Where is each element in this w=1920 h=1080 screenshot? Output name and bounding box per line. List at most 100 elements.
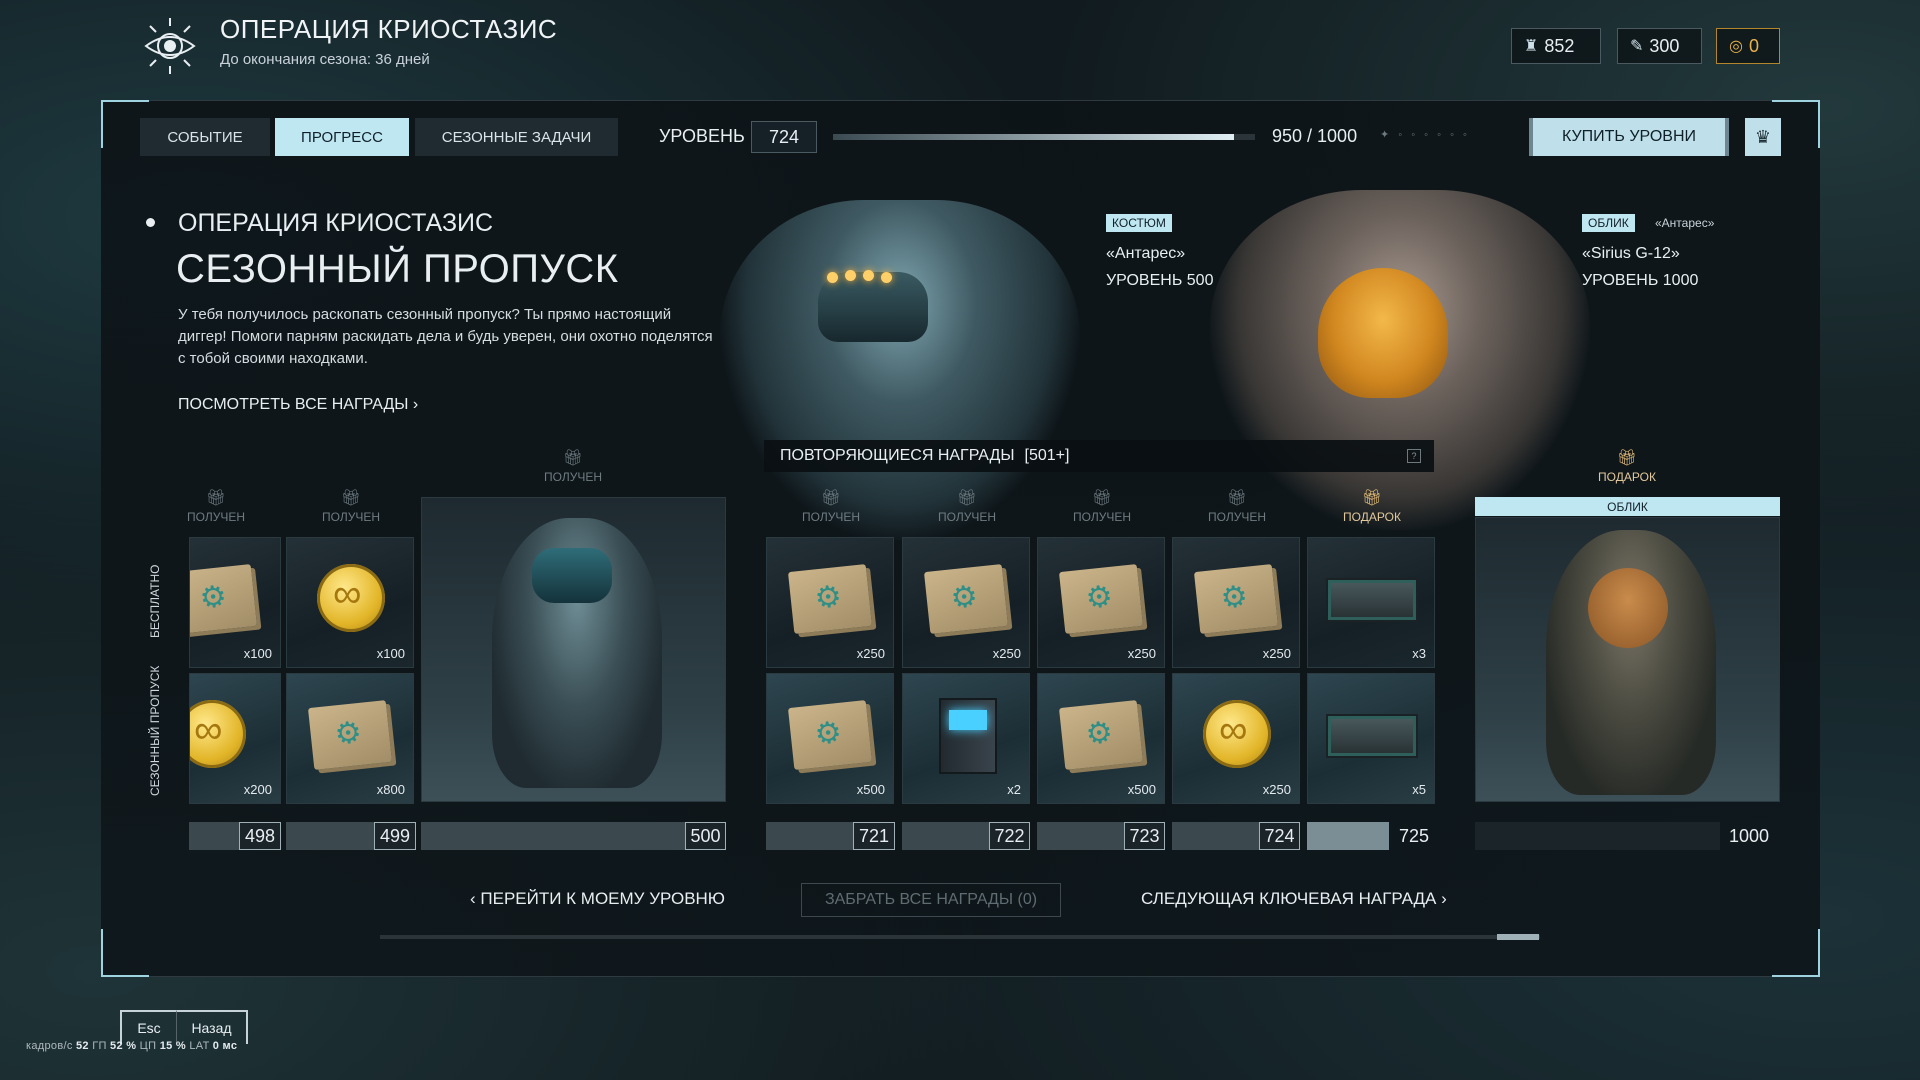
chevron-right-icon: › [412, 396, 419, 413]
next-key-reward-button[interactable]: СЛЕДУЮЩАЯ КЛЮЧЕВАЯ НАГРАДА › [1141, 889, 1447, 909]
next-key-reward-label: СЛЕДУЮЩАЯ КЛЮЧЕВАЯ НАГРАДА [1141, 889, 1437, 908]
skin-tag: ОБЛИК [1582, 214, 1635, 232]
gift-icon: 🎁︎ [1616, 450, 1638, 467]
gpu-value: 52 % [110, 1040, 137, 1052]
season-pass-title: СЕЗОННЫЙ ПРОПУСК [176, 247, 619, 291]
fps-value: 52 [76, 1040, 89, 1052]
gold-chain-coin-icon [190, 700, 246, 768]
level-track [766, 822, 853, 850]
level-track-current [1307, 822, 1389, 850]
helmet-lamp-icon [845, 270, 856, 281]
reward-cell-498-premium[interactable]: x200 [189, 673, 281, 804]
level-track [421, 822, 685, 850]
rewards-scrollbar-thumb[interactable] [1497, 934, 1539, 940]
reward-cell-725-free[interactable]: x3 [1307, 537, 1435, 668]
gift-icon: 🎁︎ [1361, 490, 1383, 507]
currency-gold[interactable]: ◎ 0 [1716, 28, 1780, 64]
chevron-right-icon: › [1441, 889, 1447, 908]
reward-cell-722-free[interactable]: x250 [902, 537, 1030, 668]
season-title: ОПЕРАЦИЯ КРИОСТАЗИС [220, 14, 558, 44]
currency-gold-value: 0 [1748, 35, 1759, 56]
gift-icon: 🎁︎ [1226, 490, 1248, 507]
supply-crate-icon [1326, 578, 1418, 622]
reward-cell-721-premium[interactable]: x500 [766, 673, 894, 804]
currency-feathers-value: 300 [1649, 35, 1680, 56]
reward-cell-724-free[interactable]: x250 [1172, 537, 1300, 668]
level-track [902, 822, 989, 850]
reward-cell-499-premium[interactable]: x800 [286, 673, 414, 804]
status-received: 🎁︎ ПОЛУЧЕН [1037, 488, 1167, 524]
level-track [189, 822, 239, 850]
season-pass-description: У тебя получилось раскопать сезонный про… [178, 306, 713, 367]
reward-qty: x250 [1262, 646, 1291, 661]
gift-icon: 🎁︎ [820, 490, 842, 507]
currency-feathers[interactable]: ✎ 300 [1617, 28, 1702, 64]
status-label: ПОЛУЧЕН [802, 510, 860, 524]
reward-cell-499-free[interactable]: x100 [286, 537, 414, 668]
reward-qty: x200 [243, 782, 272, 797]
reward-cell-500-costume[interactable] [421, 497, 726, 802]
gpu-label: ГП [92, 1040, 107, 1052]
gift-icon: 🎁︎ [1091, 490, 1113, 507]
status-gift: 🎁︎ ПОДАРОК [1562, 448, 1692, 484]
skin-name: «Sirius G-12» [1582, 245, 1680, 262]
reward-cell-1000-skin[interactable] [1475, 517, 1780, 802]
row-label-free: БЕСПЛАТНО [148, 564, 162, 638]
tab-season-tasks[interactable]: СЕЗОННЫЕ ЗАДАЧИ [415, 118, 618, 156]
reward-qty: x800 [376, 782, 405, 797]
goto-my-level-label: ПЕРЕЙТИ К МОЕМУ УРОВНЮ [480, 889, 725, 908]
reward-cell-498-free[interactable]: x100 [189, 537, 281, 668]
repeating-rewards-bar[interactable]: ПОВТОРЯЮЩИЕСЯ НАГРАДЫ [501+] [764, 440, 1434, 472]
status-gift: 🎁︎ ПОДАРОК [1307, 488, 1437, 524]
cpu-value: 15 % [159, 1040, 186, 1052]
blueprint-folder-icon [787, 700, 873, 770]
rewards-scrollbar[interactable] [380, 935, 1540, 939]
blueprint-folder-icon [787, 564, 873, 634]
level-track [1475, 822, 1720, 850]
status-received: 🎁︎ ПОЛУЧЕН [1172, 488, 1302, 524]
reward-cell-723-premium[interactable]: x500 [1037, 673, 1165, 804]
level-marker-725: 725 [1398, 825, 1430, 846]
level-marker-499: 499 [374, 822, 416, 850]
esc-key-hint[interactable]: Esc [120, 1010, 176, 1044]
blueprint-folder-icon [307, 700, 393, 770]
repeating-rewards-label: ПОВТОРЯЮЩИЕСЯ НАГРАДЫ [780, 447, 1015, 464]
level-track [1037, 822, 1124, 850]
level-marker-721: 721 [853, 822, 895, 850]
reward-cell-722-premium[interactable]: x2 [902, 673, 1030, 804]
level-marker-724: 724 [1259, 822, 1300, 850]
xp-progress-text: 950 / 1000 [1272, 126, 1358, 146]
info-icon[interactable]: ? [1407, 449, 1421, 463]
claim-all-rewards-button[interactable]: ЗАБРАТЬ ВСЕ НАГРАДЫ (0) [801, 883, 1061, 917]
reward-qty: x250 [992, 646, 1021, 661]
latency-label: LAT [189, 1040, 210, 1052]
tab-progress[interactable]: ПРОГРЕСС [275, 118, 409, 156]
view-all-rewards-link[interactable]: ПОСМОТРЕТЬ ВСЕ НАГРАДЫ › [178, 396, 418, 414]
back-button[interactable]: Назад [176, 1010, 248, 1044]
tab-event[interactable]: СОБЫТИЕ [140, 118, 270, 156]
reward-qty: x250 [1262, 782, 1291, 797]
fps-label: кадров/с [26, 1040, 73, 1052]
premium-crown-button[interactable]: ♛ [1745, 118, 1781, 156]
goto-my-level-button[interactable]: ‹ ПЕРЕЙТИ К МОЕМУ УРОВНЮ [470, 889, 725, 909]
panel-corner [1772, 929, 1820, 977]
skin-level: УРОВЕНЬ 1000 [1582, 272, 1699, 289]
status-received: 🎁︎ ПОЛУЧЕН [902, 488, 1032, 524]
reward-cell-721-free[interactable]: x250 [766, 537, 894, 668]
reward-cell-724-premium[interactable]: x250 [1172, 673, 1300, 804]
reward-qty: x500 [1127, 782, 1156, 797]
helmet-lamp-icon [881, 272, 892, 283]
gift-icon: 🎁︎ [340, 490, 362, 507]
level-marker-722: 722 [989, 822, 1030, 850]
latency-value: 0 мс [212, 1040, 238, 1052]
status-label: ПОЛУЧЕН [1208, 510, 1266, 524]
gift-icon: 🎁︎ [956, 490, 978, 507]
currency-crowns[interactable]: ♜ 852 [1511, 28, 1601, 64]
helmet-lamp-icon [863, 270, 874, 281]
reward-qty: x250 [1127, 646, 1156, 661]
skin-reward-label: ОБЛИК [1475, 497, 1780, 516]
status-label: ПОЛУЧЕН [187, 510, 245, 524]
reward-cell-723-free[interactable]: x250 [1037, 537, 1165, 668]
reward-cell-725-premium[interactable]: x5 [1307, 673, 1435, 804]
buy-levels-button[interactable]: КУПИТЬ УРОВНИ [1529, 118, 1729, 156]
